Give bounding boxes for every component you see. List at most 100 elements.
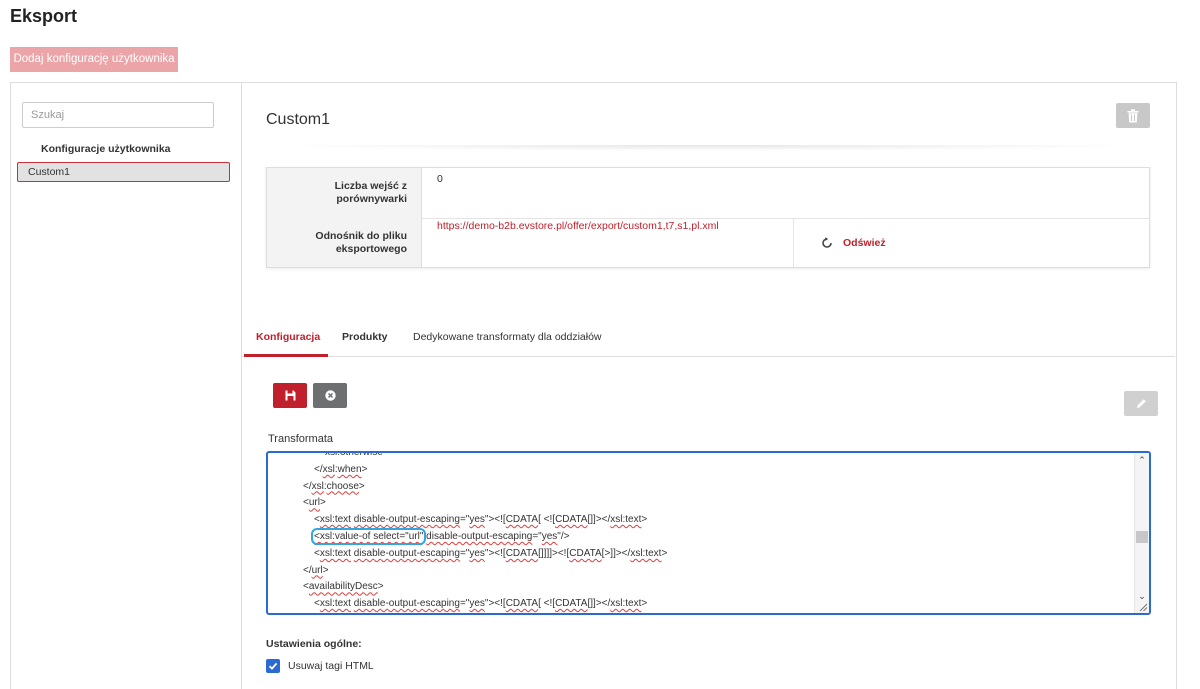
info-row-link: Odnośnik do pliku eksportowego https://d… — [267, 218, 1149, 267]
code-token: xsl:text — [319, 547, 351, 559]
general-settings-title: Ustawienia ogólne: — [266, 638, 362, 650]
code-token: </ — [303, 564, 312, 576]
code-token: > — [661, 547, 668, 559]
code-token: </ — [303, 480, 312, 492]
tab-bar: Konfiguracja Produkty Dedykowane transfo… — [242, 319, 1175, 357]
floppy-disk-icon — [285, 390, 295, 401]
sidebar-item-custom1[interactable]: Custom1 — [17, 162, 230, 182]
code-token: =" — [459, 514, 470, 526]
code-token: xsl:text — [610, 514, 642, 526]
code-token: url — [308, 497, 320, 509]
code-token: xsl:otherwise — [325, 451, 383, 458]
code-token: xsl:text — [319, 598, 351, 610]
code-line: <xsl:value-of select="url" disable-outpu… — [268, 527, 1136, 546]
checkmark-icon — [268, 662, 278, 670]
editor-scrollbar[interactable]: ⌃ ⌄ — [1134, 453, 1149, 613]
search-input[interactable] — [22, 102, 214, 128]
save-button[interactable] — [273, 383, 307, 408]
info-row-entries: Liczba wejść z porównywarki 0 — [267, 168, 1149, 219]
code-token: "><![ — [484, 598, 506, 610]
code-token: disable-output-escaping — [353, 598, 460, 610]
code-token: CDATA — [505, 514, 539, 526]
edit-button[interactable] — [1124, 391, 1158, 416]
trash-icon — [1127, 108, 1139, 122]
export-link-label: Odnośnik do pliku eksportowego — [267, 218, 422, 267]
refresh-label: Odśwież — [843, 237, 886, 249]
code-line: <availabilityDesc> — [268, 579, 1136, 596]
sidebar: Konfiguracje użytkownika Custom1 — [10, 82, 242, 689]
code-token: disable-output-escaping — [426, 530, 533, 542]
code-line: </xsl:choose> — [268, 479, 1136, 496]
code-token: xsl:text — [610, 598, 642, 610]
code-token: [ <![ — [538, 598, 556, 610]
cell-divider — [793, 218, 794, 267]
code-token: > — [361, 463, 368, 475]
transform-editor[interactable]: xsl:otherwise </xsl:when> </xsl:choose> <ur… — [266, 451, 1151, 615]
close-circle-icon — [324, 390, 336, 401]
tab-produkty[interactable]: Produkty — [342, 331, 388, 343]
code-line: </url> — [268, 563, 1136, 580]
code-token: "><![ — [484, 547, 506, 559]
code-line: <xsl:text disable-output-escaping="yes">… — [268, 596, 1136, 613]
code-line: <url> — [268, 495, 1136, 512]
code-token: CDATA — [505, 598, 539, 610]
scroll-down-arrow-icon[interactable]: ⌄ — [1137, 591, 1147, 601]
resize-grip-icon[interactable] — [1138, 602, 1148, 612]
title-divider — [266, 145, 1150, 151]
scroll-thumb[interactable] — [1136, 531, 1148, 543]
code-token: xsl:text — [630, 547, 662, 559]
code-token: > — [322, 564, 329, 576]
code-line: <xsl:value-of select="availabilityDesc" … — [268, 613, 1136, 614]
code-token: > — [641, 598, 648, 610]
sidebar-group-label: Konfiguracje użytkownika — [41, 143, 171, 155]
code-token: url — [311, 564, 323, 576]
config-title: Custom1 — [266, 111, 331, 128]
code-token: > — [641, 514, 648, 526]
code-line: <xsl:text disable-output-escaping="yes">… — [268, 546, 1136, 563]
code-token: availabilityDesc — [308, 581, 378, 593]
code-token: =" — [532, 530, 542, 542]
code-token: yes — [469, 514, 485, 526]
add-config-button[interactable]: Dodaj konfigurację użytkownika — [10, 47, 178, 72]
strip-html-checkbox[interactable] — [266, 659, 280, 673]
code-token: [>]]></ — [601, 547, 631, 559]
cancel-button[interactable] — [313, 383, 347, 408]
code-token: "><![ — [484, 514, 506, 526]
delete-button[interactable] — [1116, 103, 1150, 128]
code-token: </ — [314, 463, 323, 475]
code-token: xsl — [322, 463, 335, 475]
entries-label: Liczba wejść z porównywarki — [267, 168, 422, 218]
active-tab-indicator — [244, 354, 328, 357]
code-token: CDATA — [505, 547, 539, 559]
code-token: [ <![ — [538, 514, 556, 526]
code-content: xsl:otherwise </xsl:when> </xsl:choose> <ur… — [268, 451, 1136, 614]
code-token: disable-output-escaping — [353, 547, 460, 559]
pencil-icon — [1136, 399, 1146, 408]
code-token: yes — [469, 598, 485, 610]
code-line: <xsl:text disable-output-escaping="yes">… — [268, 512, 1136, 529]
scroll-up-arrow-icon[interactable]: ⌃ — [1137, 455, 1147, 465]
refresh-button[interactable]: Odśwież — [821, 237, 886, 249]
code-token: =" — [459, 547, 470, 559]
code-line: </xsl:when> — [268, 462, 1136, 479]
code-token: yes — [469, 547, 485, 559]
page-title: Eksport — [10, 6, 78, 26]
code-token: xsl — [311, 480, 324, 492]
strip-html-label: Usuwaj tagi HTML — [288, 660, 374, 672]
tab-konfiguracja[interactable]: Konfiguracja — [256, 331, 320, 343]
refresh-icon — [822, 237, 832, 248]
export-file-link[interactable]: https://demo-b2b.evstore.pl/offer/export… — [437, 220, 719, 232]
entries-value: 0 — [437, 173, 443, 185]
highlighted-code-token: <xsl:value-of select="url" — [310, 527, 427, 545]
tab-dedykowane-transformaty[interactable]: Dedykowane transformaty dla oddziałów — [413, 331, 602, 343]
code-token: CDATA — [555, 514, 588, 526]
code-token: when — [337, 463, 362, 475]
code-token: yes — [541, 530, 558, 542]
code-token: CDATA — [555, 598, 588, 610]
transform-label: Transformata — [268, 433, 334, 445]
export-info-table: Liczba wejść z porównywarki 0 Odnośnik d… — [266, 167, 1150, 268]
code-token: []]></ — [587, 598, 611, 610]
code-token: =" — [459, 598, 470, 610]
code-token: "/> — [557, 530, 570, 542]
code-token: disable-output-escaping — [353, 514, 460, 526]
